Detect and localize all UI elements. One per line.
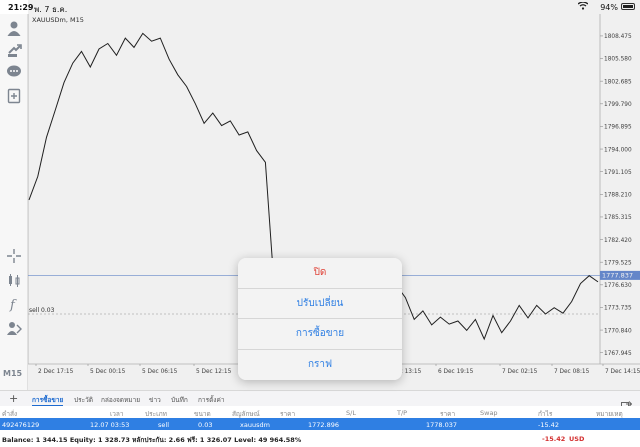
add-icon[interactable]: +: [9, 392, 18, 405]
account-icon[interactable]: [4, 18, 24, 38]
tab-settings[interactable]: การตั้งค่า: [198, 395, 224, 405]
trade-button[interactable]: การซื้อขาย: [238, 319, 402, 350]
balance-text: Balance: 1 344.15 Equity: 1 328.73 หลักป…: [2, 436, 302, 444]
close-order-button[interactable]: ปิด: [238, 258, 402, 289]
objects-icon[interactable]: [4, 318, 24, 338]
order-size: 0.03: [198, 421, 213, 429]
orders-table-header: คำสั่ง เวลา ประเภท ขนาด สัญลักษณ์ ราคา S…: [0, 406, 640, 418]
order-open-price: 1772.896: [308, 421, 340, 429]
order-symbol: xauusdm: [240, 421, 270, 429]
order-action-menu: ปิด ปรับเปลี่ยน การซื้อขาย กราฟ: [238, 258, 402, 380]
balance-summary: Balance: 1 344.15 Equity: 1 328.73 หลักป…: [0, 430, 640, 447]
order-current-price: 1778.037: [426, 421, 458, 429]
tab-journal[interactable]: บันทึก: [171, 395, 188, 405]
svg-text:f: f: [9, 298, 17, 312]
profit-currency: USD: [569, 435, 585, 443]
col-swap: Swap: [480, 409, 498, 417]
modify-order-button[interactable]: ปรับเปลี่ยน: [238, 288, 402, 319]
tab-news[interactable]: ข่าว: [149, 395, 161, 405]
table-row[interactable]: 492476129 12.07 03:53 sell 0.03 xauusdm …: [0, 418, 640, 430]
chart-toolbar: f M15: [0, 14, 28, 390]
terminal-tabs: + การซื้อขาย ประวัติ กล่องจดหมาย ข่าว บั…: [0, 390, 640, 409]
total-profit: -15.42: [542, 435, 566, 443]
chat-icon[interactable]: [4, 62, 24, 82]
trade-icon[interactable]: [4, 40, 24, 60]
tab-trade[interactable]: การซื้อขาย: [32, 395, 64, 406]
chart-type-icon[interactable]: [4, 270, 24, 290]
crosshair-icon[interactable]: [4, 246, 24, 266]
timeframe-button[interactable]: M15: [3, 369, 22, 378]
order-type: sell: [158, 421, 169, 429]
order-ticket: 492476129: [2, 421, 40, 429]
tab-mailbox[interactable]: กล่องจดหมาย: [101, 395, 140, 405]
indicators-icon[interactable]: f: [4, 294, 24, 314]
col-sl: S/L: [346, 409, 356, 417]
tab-history[interactable]: ประวัติ: [74, 395, 93, 405]
new-order-icon[interactable]: [4, 86, 24, 106]
chart-button[interactable]: กราฟ: [238, 349, 402, 380]
order-profit: -15.42: [538, 421, 559, 429]
col-tp: T/P: [397, 409, 408, 417]
order-time: 12.07 03:53: [90, 421, 130, 429]
